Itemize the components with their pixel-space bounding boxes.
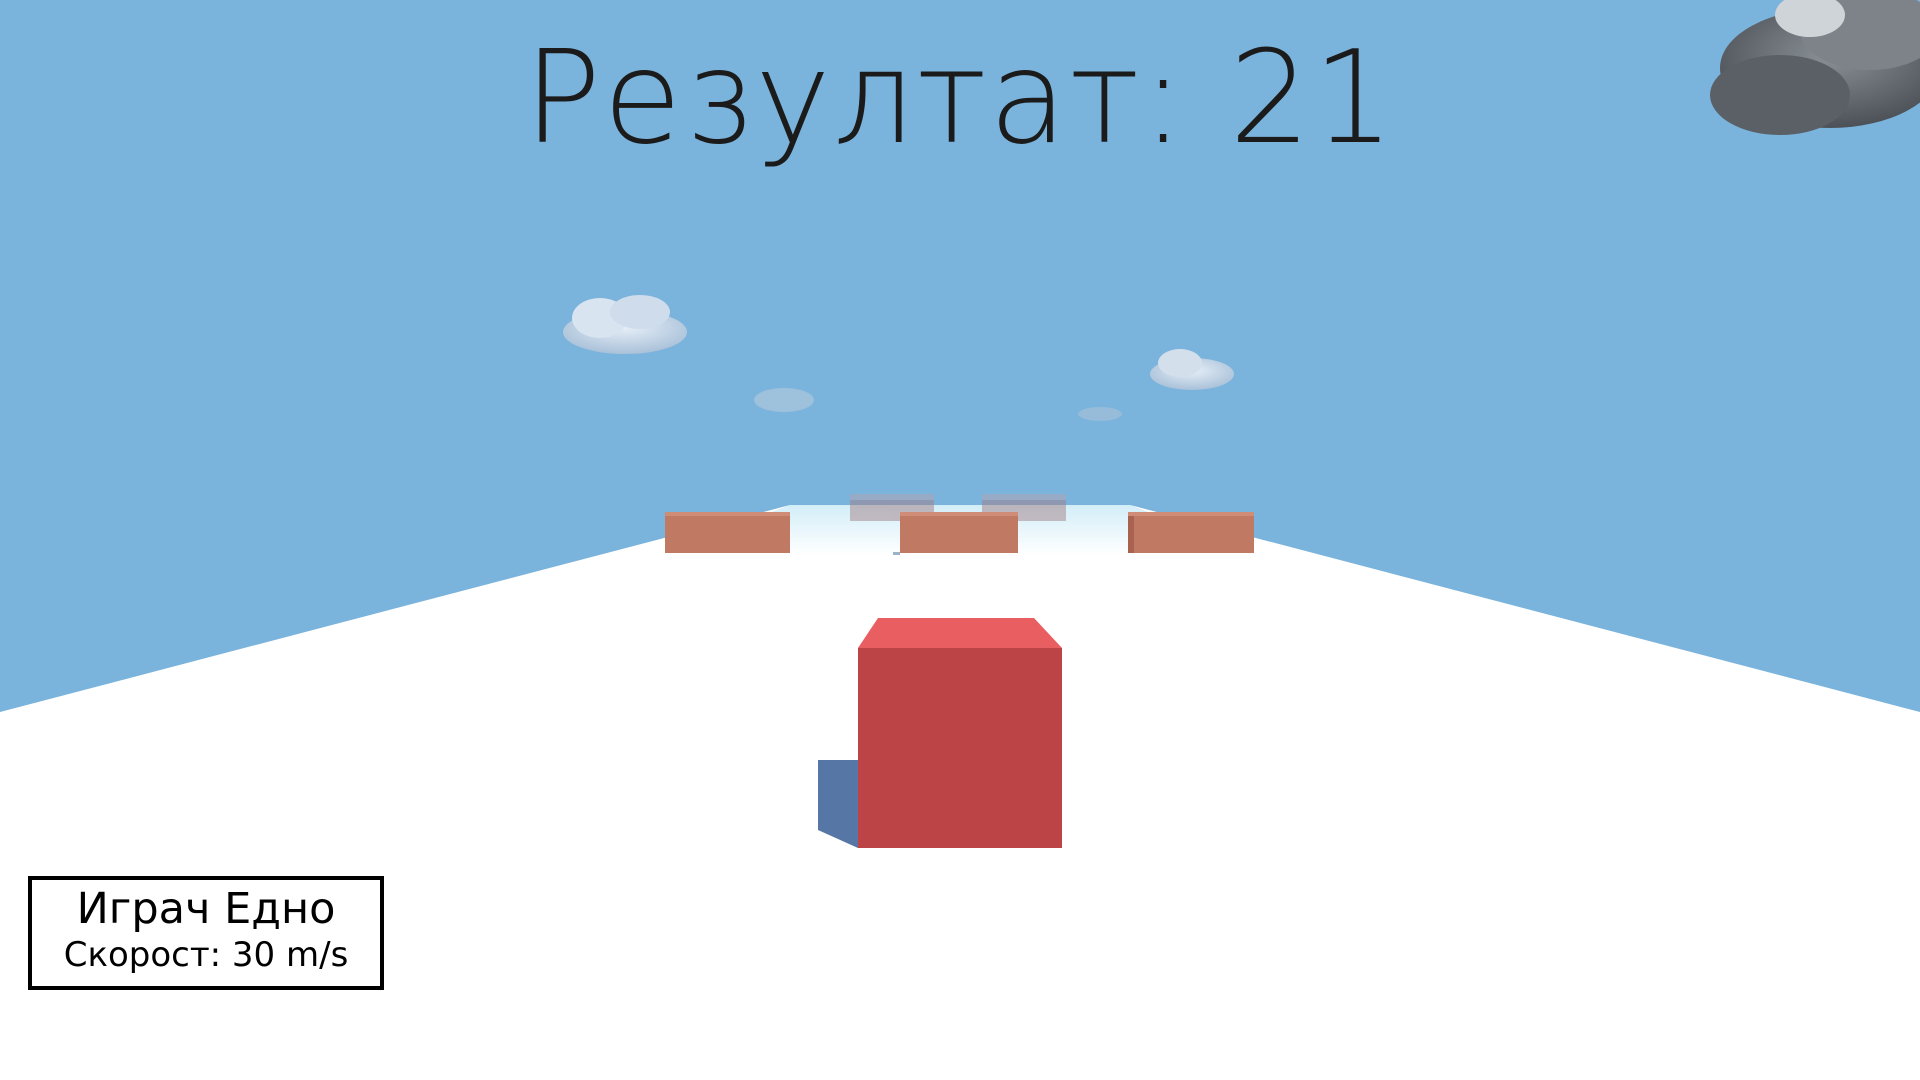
player-info-panel: Играч Едно Скорост: 30 m/s [28, 876, 384, 990]
player-name-label: Играч Едно [76, 884, 336, 934]
obstacle-block [665, 512, 790, 553]
obstacle-block [1128, 512, 1254, 553]
score-display: Резултат: 21 [523, 24, 1397, 173]
player-cube-front [858, 648, 1062, 848]
speed-readout: Скорост: 30 m/s [63, 935, 349, 976]
player-cube-top [858, 618, 1062, 648]
obstacle-block [893, 512, 1018, 555]
